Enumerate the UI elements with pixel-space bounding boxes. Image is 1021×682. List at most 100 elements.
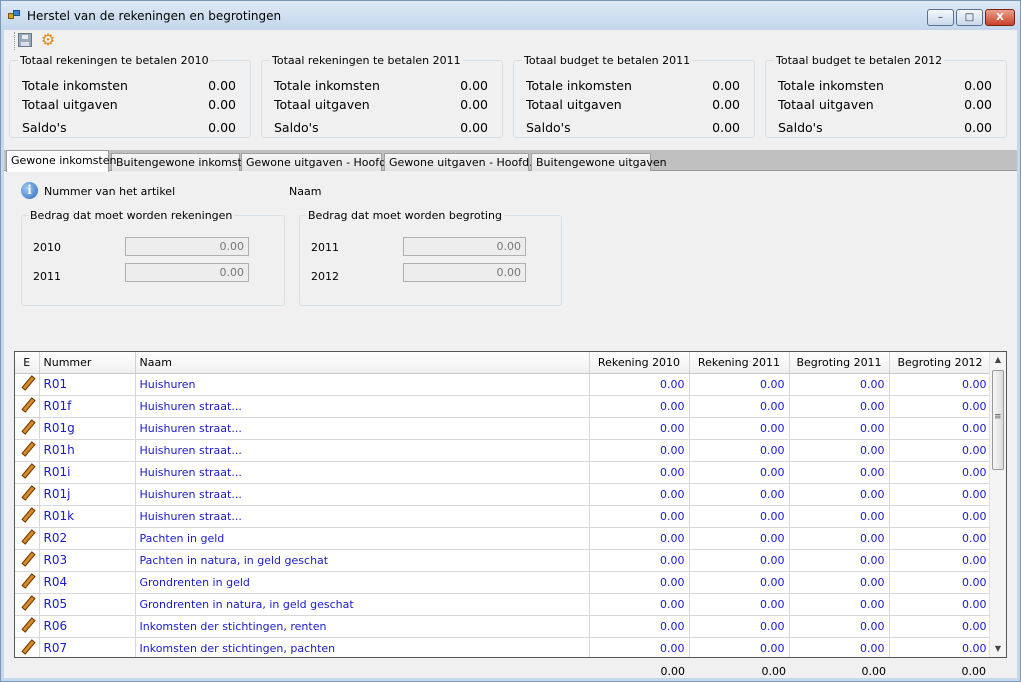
cell-naam[interactable]: Huishuren — [135, 373, 590, 396]
edit-cell[interactable] — [15, 505, 40, 528]
cell-nummer[interactable]: R07 — [39, 637, 136, 657]
maximize-button[interactable]: □ — [956, 9, 983, 26]
cell-nummer[interactable]: R01h — [39, 439, 136, 462]
cell-rekening-2011[interactable]: 0.00 — [689, 571, 790, 594]
cell-rekening-2011[interactable]: 0.00 — [689, 395, 790, 418]
cell-begroting-2011[interactable]: 0.00 — [789, 615, 890, 638]
tab-buitengewone-inkomsten[interactable]: Buitengewone inkomsten — [111, 153, 256, 171]
grid-vertical-scrollbar[interactable]: ▲ ▼ — [989, 352, 1006, 657]
cell-nummer[interactable]: R01i — [39, 461, 136, 484]
cell-begroting-2011[interactable]: 0.00 — [789, 637, 890, 657]
table-row[interactable]: R05 Grondrenten in natura, in geld gescha… — [15, 593, 992, 616]
edit-cell[interactable] — [15, 483, 40, 506]
cell-naam[interactable]: Pachten in natura, in geld geschat — [135, 549, 590, 572]
table-row[interactable]: R06 Inkomsten der stichtingen, renten 0.00… — [15, 615, 992, 638]
cell-begroting-2011[interactable]: 0.00 — [789, 373, 890, 396]
edit-cell[interactable] — [15, 549, 40, 572]
cell-nummer[interactable]: R03 — [39, 549, 136, 572]
table-row[interactable]: R01k Huishuren straat... 0.00 0.00 0.00 0.00 — [15, 505, 992, 528]
column-header-naam[interactable]: Naam — [135, 352, 590, 374]
cell-begroting-2011[interactable]: 0.00 — [789, 505, 890, 528]
edit-cell[interactable] — [15, 527, 40, 550]
cell-rekening-2010[interactable]: 0.00 — [589, 483, 690, 506]
cell-nummer[interactable]: R04 — [39, 571, 136, 594]
cell-rekening-2011[interactable]: 0.00 — [689, 373, 790, 396]
pencil-icon[interactable] — [20, 420, 34, 434]
cell-begroting-2012[interactable]: 0.00 — [889, 439, 992, 462]
column-header-begroting-2011[interactable]: Begroting 2011 — [789, 352, 890, 374]
tab-gewone-inkomsten[interactable]: Gewone inkomsten — [6, 150, 117, 172]
column-header-rekening-2010[interactable]: Rekening 2010 — [589, 352, 690, 374]
cell-naam[interactable]: Huishuren straat... — [135, 505, 590, 528]
cell-begroting-2011[interactable]: 0.00 — [789, 461, 890, 484]
cell-rekening-2010[interactable]: 0.00 — [589, 615, 690, 638]
begroting-2011-field[interactable]: 0.00 — [403, 237, 526, 256]
cell-begroting-2011[interactable]: 0.00 — [789, 527, 890, 550]
table-row[interactable]: R01h Huishuren straat... 0.00 0.00 0.00 0.00 — [15, 439, 992, 462]
tab-gewone-uitgaven-hoofd-2[interactable]: Gewone uitgaven - Hoofd. II — [384, 153, 543, 171]
pencil-icon[interactable] — [20, 376, 34, 390]
rekening-2010-field[interactable]: 0.00 — [125, 237, 249, 256]
cell-begroting-2011[interactable]: 0.00 — [789, 549, 890, 572]
cell-begroting-2012[interactable]: 0.00 — [889, 571, 992, 594]
close-button[interactable]: X — [985, 9, 1015, 26]
cell-naam[interactable]: Huishuren straat... — [135, 439, 590, 462]
cell-rekening-2011[interactable]: 0.00 — [689, 483, 790, 506]
gear-icon[interactable]: ⚙ — [40, 32, 56, 48]
cell-rekening-2011[interactable]: 0.00 — [689, 615, 790, 638]
cell-begroting-2011[interactable]: 0.00 — [789, 395, 890, 418]
cell-nummer[interactable]: R05 — [39, 593, 136, 616]
pencil-icon[interactable] — [20, 464, 34, 478]
table-row[interactable]: R03 Pachten in natura, in geld geschat 0.0… — [15, 549, 992, 572]
pencil-icon[interactable] — [20, 442, 34, 456]
minimize-button[interactable]: – — [927, 9, 954, 26]
cell-rekening-2010[interactable]: 0.00 — [589, 527, 690, 550]
edit-cell[interactable] — [15, 439, 40, 462]
cell-begroting-2012[interactable]: 0.00 — [889, 483, 992, 506]
table-row[interactable]: R02 Pachten in geld 0.00 0.00 0.00 0.00 — [15, 527, 992, 550]
edit-cell[interactable] — [15, 615, 40, 638]
cell-naam[interactable]: Pachten in geld — [135, 527, 590, 550]
cell-rekening-2011[interactable]: 0.00 — [689, 637, 790, 657]
cell-begroting-2012[interactable]: 0.00 — [889, 395, 992, 418]
begroting-2012-field[interactable]: 0.00 — [403, 263, 526, 282]
cell-naam[interactable]: Huishuren straat... — [135, 461, 590, 484]
save-icon[interactable] — [18, 33, 32, 47]
edit-cell[interactable] — [15, 637, 40, 657]
cell-rekening-2010[interactable]: 0.00 — [589, 439, 690, 462]
pencil-icon[interactable] — [20, 530, 34, 544]
cell-begroting-2012[interactable]: 0.00 — [889, 549, 992, 572]
scroll-thumb[interactable] — [992, 370, 1004, 470]
cell-begroting-2012[interactable]: 0.00 — [889, 615, 992, 638]
cell-begroting-2011[interactable]: 0.00 — [789, 417, 890, 440]
cell-begroting-2012[interactable]: 0.00 — [889, 505, 992, 528]
cell-rekening-2011[interactable]: 0.00 — [689, 505, 790, 528]
pencil-icon[interactable] — [20, 486, 34, 500]
table-row[interactable]: R01j Huishuren straat... 0.00 0.00 0.00 0.00 — [15, 483, 992, 506]
cell-begroting-2012[interactable]: 0.00 — [889, 637, 992, 657]
table-row[interactable]: R01 Huishuren 0.00 0.00 0.00 0.00 — [15, 373, 992, 396]
cell-naam[interactable]: Inkomsten der stichtingen, pachten — [135, 637, 590, 657]
pencil-icon[interactable] — [20, 398, 34, 412]
pencil-icon[interactable] — [20, 596, 34, 610]
edit-cell[interactable] — [15, 395, 40, 418]
cell-begroting-2012[interactable]: 0.00 — [889, 461, 992, 484]
cell-rekening-2011[interactable]: 0.00 — [689, 461, 790, 484]
scroll-up-icon[interactable]: ▲ — [990, 352, 1006, 368]
pencil-icon[interactable] — [20, 508, 34, 522]
cell-naam[interactable]: Huishuren straat... — [135, 417, 590, 440]
cell-rekening-2011[interactable]: 0.00 — [689, 593, 790, 616]
cell-naam[interactable]: Huishuren straat... — [135, 395, 590, 418]
cell-begroting-2012[interactable]: 0.00 — [889, 593, 992, 616]
column-header-e[interactable]: E — [15, 352, 40, 374]
cell-naam[interactable]: Grondrenten in natura, in geld geschat — [135, 593, 590, 616]
cell-rekening-2010[interactable]: 0.00 — [589, 461, 690, 484]
column-header-nummer[interactable]: Nummer — [39, 352, 136, 374]
cell-naam[interactable]: Huishuren straat... — [135, 483, 590, 506]
cell-nummer[interactable]: R02 — [39, 527, 136, 550]
cell-nummer[interactable]: R01j — [39, 483, 136, 506]
pencil-icon[interactable] — [20, 574, 34, 588]
edit-cell[interactable] — [15, 593, 40, 616]
cell-rekening-2011[interactable]: 0.00 — [689, 527, 790, 550]
cell-naam[interactable]: Grondrenten in geld — [135, 571, 590, 594]
